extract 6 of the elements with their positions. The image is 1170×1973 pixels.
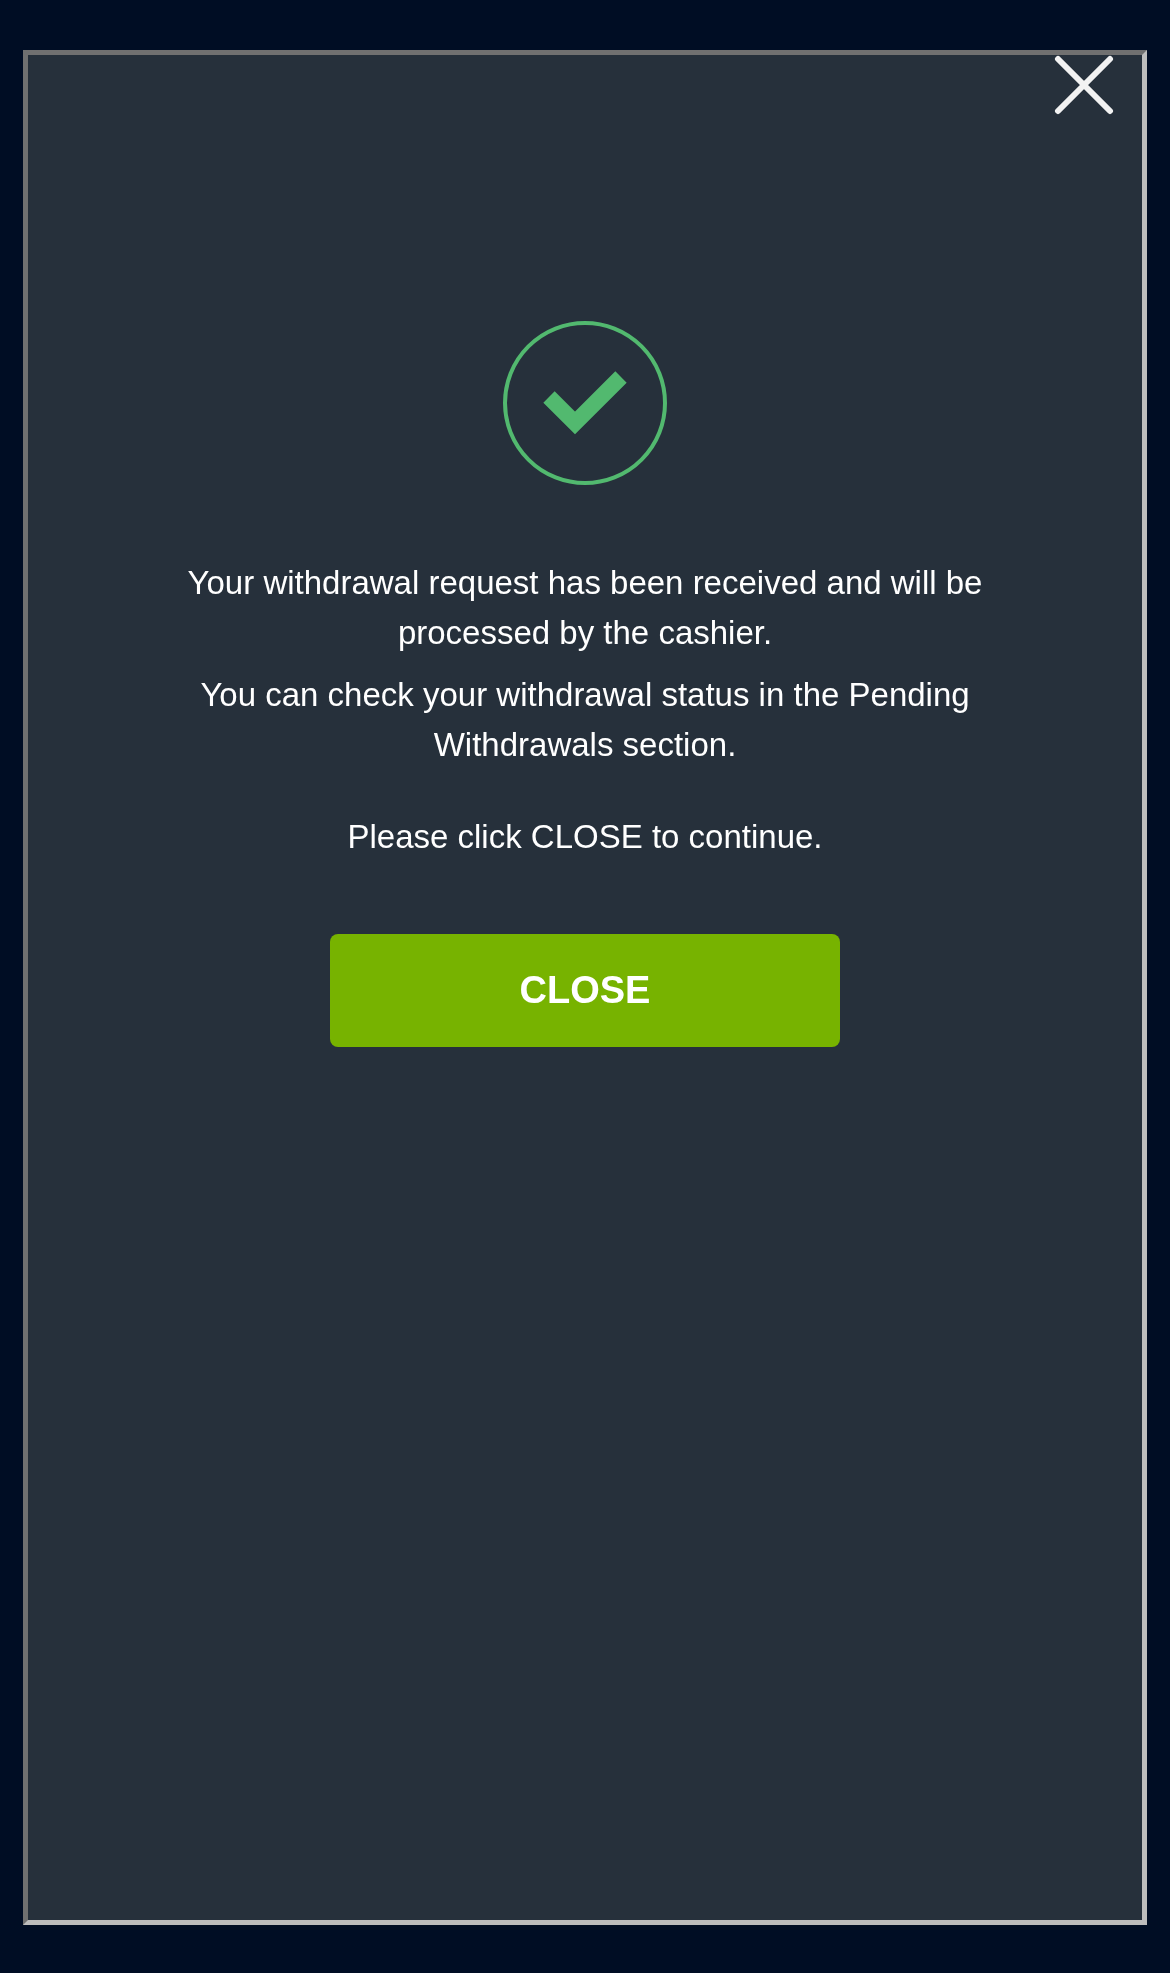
- message-text: Your withdrawal request has been received and will be processed by the cashier.: [186, 563, 984, 653]
- checkmark-icon: [502, 320, 668, 486]
- close-icon[interactable]: [1054, 55, 1114, 115]
- message-text: Please click CLOSE to continue.: [346, 817, 824, 857]
- message-text: You can check your withdrawal status in the Pending Withdrawals section.: [199, 675, 971, 765]
- close-button[interactable]: CLOSE: [330, 934, 840, 1047]
